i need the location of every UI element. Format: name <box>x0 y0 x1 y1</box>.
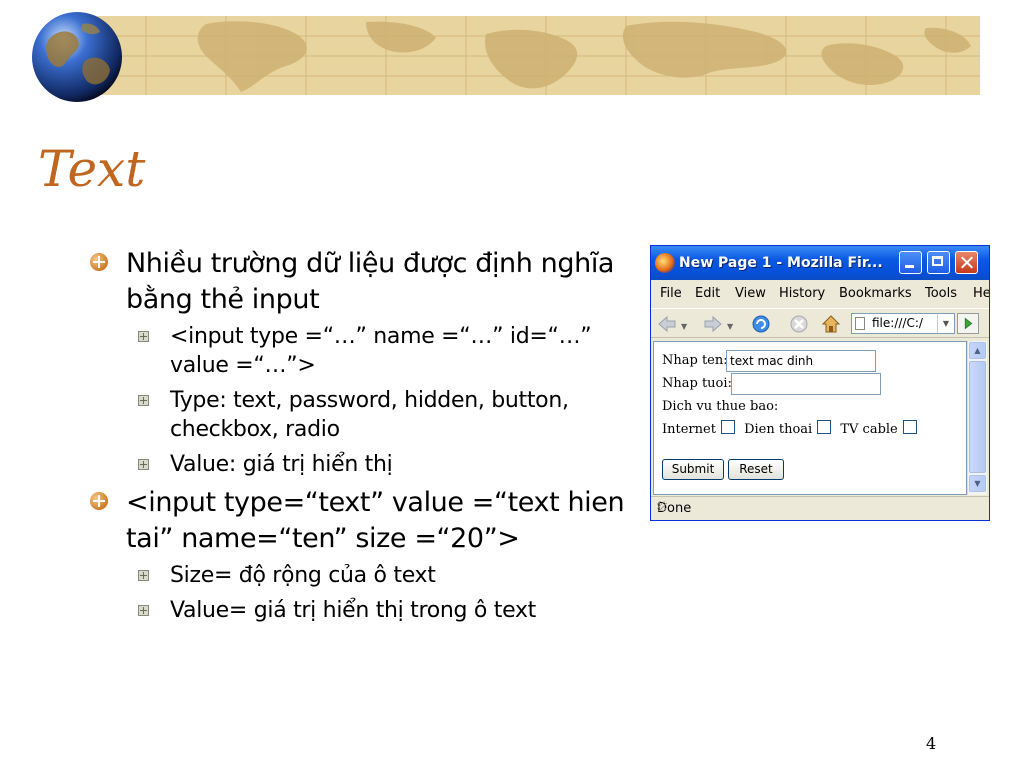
menu-help[interactable]: He <box>973 286 989 301</box>
name-input[interactable]: text mac dinh <box>726 350 876 372</box>
scroll-up-icon[interactable]: ▲ <box>969 342 986 359</box>
dien-thoai-label: Dien thoai <box>744 422 813 437</box>
back-dropdown-icon[interactable]: ▼ <box>681 322 687 331</box>
menu-bar: File Edit View History Bookmarks Tools H… <box>651 281 989 305</box>
vertical-scrollbar[interactable]: ▲ ▼ <box>967 341 987 495</box>
world-map-illustration <box>66 16 980 95</box>
world-map-banner <box>66 16 980 95</box>
menu-file[interactable]: File <box>660 286 682 301</box>
go-arrow-icon[interactable] <box>957 313 979 334</box>
page-content: Nhap ten: text mac dinh Nhap tuoi: Dich … <box>653 341 967 495</box>
bullet-level2: <input type =“…” name =“…” id=“…” value … <box>88 322 628 380</box>
checkbox-row: Internet Dien thoai TV cable <box>662 420 922 437</box>
bullet-level1: <input type=“text” value =“text hien tai… <box>88 485 628 557</box>
browser-window: New Page 1 - Mozilla Fir... File Edit Vi… <box>650 245 990 521</box>
tv-cable-checkbox[interactable] <box>902 420 917 434</box>
scroll-thumb[interactable] <box>969 361 986 473</box>
internet-label: Internet <box>662 422 716 437</box>
address-bar[interactable]: file:///C:/ ▼ <box>851 313 955 334</box>
services-label: Dich vu thue bao: <box>662 399 779 414</box>
slide-title: Text <box>38 140 146 198</box>
bullet-text: <input type=“text” value =“text hien tai… <box>126 487 625 554</box>
dien-thoai-checkbox[interactable] <box>817 420 832 434</box>
sub-bullet-icon <box>138 459 149 470</box>
menu-tools[interactable]: Tools <box>925 286 957 301</box>
sub-bullet-icon <box>138 395 149 406</box>
reload-icon[interactable] <box>751 314 771 334</box>
sub-bullet-text: Size= độ rộng của ô text <box>170 563 436 588</box>
maximize-button[interactable] <box>927 251 950 274</box>
sub-bullet-text: Type: text, password, hidden, button, ch… <box>170 388 569 442</box>
menu-edit[interactable]: Edit <box>695 286 720 301</box>
bullet-icon <box>90 492 108 510</box>
menu-bookmarks[interactable]: Bookmarks <box>839 286 912 301</box>
submit-button[interactable]: Submit <box>662 459 724 480</box>
stop-icon[interactable] <box>789 314 809 334</box>
menu-view[interactable]: View <box>735 286 766 301</box>
name-label: Nhap ten: <box>662 353 728 368</box>
window-title: New Page 1 - Mozilla Fir... <box>679 255 883 271</box>
address-dropdown-icon[interactable]: ▼ <box>937 314 954 333</box>
forward-dropdown-icon[interactable]: ▼ <box>727 322 733 331</box>
bullet-level1: Nhiều trường dữ liệu được định nghĩa bằn… <box>88 246 628 318</box>
navigation-toolbar: ▼ ▼ file:///C:/ ▼ <box>651 308 989 338</box>
page-number: 4 <box>926 734 937 753</box>
forward-arrow-icon[interactable] <box>703 314 723 334</box>
globe-logo <box>30 10 124 104</box>
menu-history[interactable]: History <box>779 286 825 301</box>
home-icon[interactable] <box>821 314 841 334</box>
bullet-text: Nhiều trường dữ liệu được định nghĩa bằn… <box>126 248 615 315</box>
internet-checkbox[interactable] <box>720 420 735 434</box>
minimize-button[interactable] <box>899 251 922 274</box>
bullet-list: Nhiều trường dữ liệu được định nghĩa bằn… <box>88 246 628 631</box>
sub-bullet-text: Value= giá trị hiển thị trong ô text <box>170 598 536 623</box>
sub-bullet-icon <box>138 605 149 616</box>
bullet-icon <box>90 253 108 271</box>
reset-button[interactable]: Reset <box>728 459 784 480</box>
bullet-level2: Value= giá trị hiển thị trong ô text <box>88 596 628 625</box>
window-titlebar[interactable]: New Page 1 - Mozilla Fir... <box>651 246 989 280</box>
sub-bullet-icon <box>138 331 149 342</box>
resize-grip-icon[interactable] <box>657 501 667 511</box>
status-bar: Done <box>651 496 989 520</box>
close-button[interactable] <box>955 251 978 274</box>
age-input[interactable] <box>731 373 881 395</box>
address-text: file:///C:/ <box>872 316 923 330</box>
sub-bullet-text: Value: giá trị hiển thị <box>170 452 393 477</box>
firefox-icon <box>655 253 675 273</box>
sub-bullet-text: <input type =“…” name =“…” id=“…” value … <box>170 324 592 378</box>
age-label: Nhap tuoi: <box>662 376 732 391</box>
bullet-level2: Type: text, password, hidden, button, ch… <box>88 386 628 444</box>
scroll-down-icon[interactable]: ▼ <box>969 475 986 492</box>
bullet-level2: Size= độ rộng của ô text <box>88 561 628 590</box>
page-icon <box>855 317 865 330</box>
back-arrow-icon[interactable] <box>657 314 677 334</box>
tv-cable-label: TV cable <box>840 422 898 437</box>
sub-bullet-icon <box>138 570 149 581</box>
bullet-level2: Value: giá trị hiển thị <box>88 450 628 479</box>
